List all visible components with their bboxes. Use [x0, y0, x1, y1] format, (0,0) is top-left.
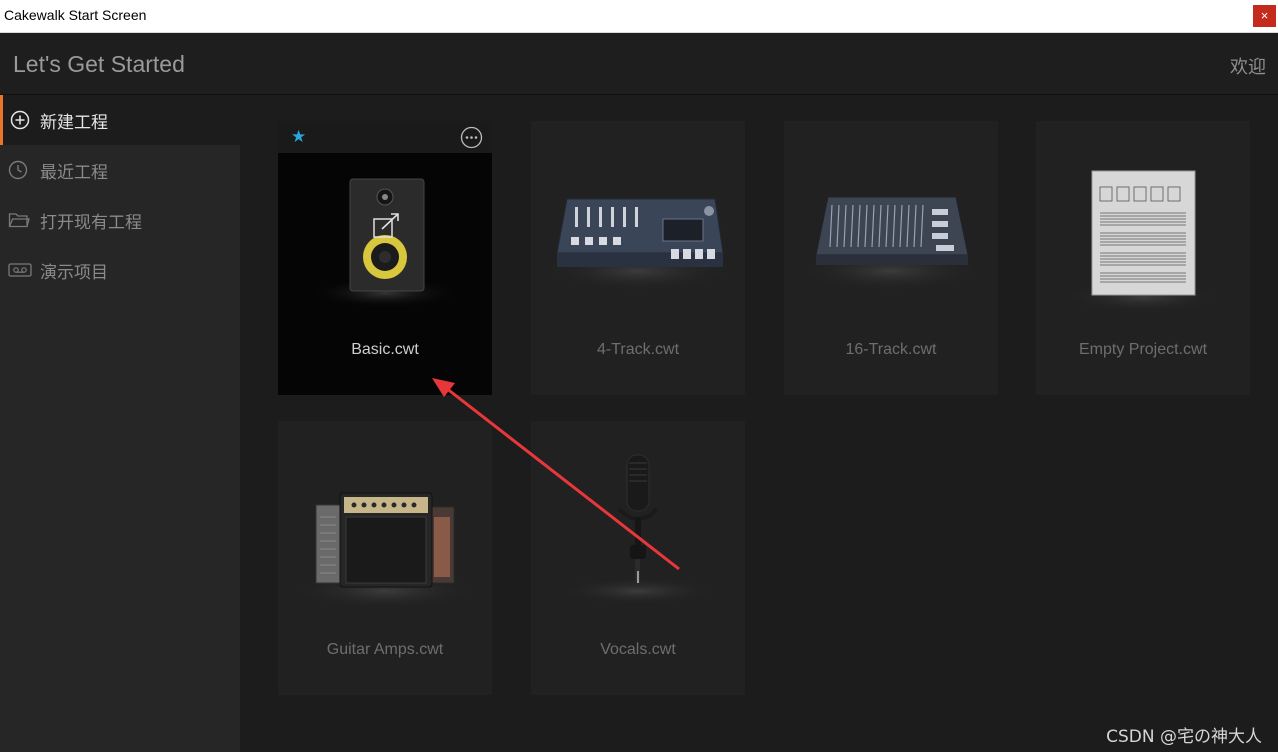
sidebar-item-label: 打开现有工程: [40, 213, 142, 233]
template-label: 4-Track.cwt: [596, 341, 680, 358]
sidebar-item-recent-projects[interactable]: 最近工程: [0, 145, 240, 195]
close-button[interactable]: ×: [1253, 5, 1276, 27]
template-card-4-track[interactable]: 4-Track.cwt: [531, 121, 745, 395]
template-card-empty-project[interactable]: Empty Project.cwt: [1036, 121, 1250, 395]
more-options-icon[interactable]: [460, 126, 483, 149]
card-toolbar: ★: [278, 121, 492, 153]
page-title: Let's Get Started: [13, 51, 185, 77]
template-label: 16-Track.cwt: [845, 341, 937, 358]
sidebar-item-label: 新建工程: [40, 113, 108, 133]
clock-icon: [8, 160, 28, 180]
sheet-music-icon: [1063, 170, 1223, 313]
plus-circle-icon: [10, 110, 30, 130]
microphone-icon: [558, 454, 718, 605]
watermark: CSDN @宅の神大人: [1106, 727, 1262, 747]
sidebar-item-label: 演示项目: [40, 263, 108, 283]
favorite-star-icon[interactable]: ★: [291, 127, 306, 147]
template-label: Vocals.cwt: [600, 641, 676, 658]
sidebar-item-new-project[interactable]: 新建工程: [0, 95, 240, 145]
folder-icon: [8, 213, 30, 228]
template-card-guitar-amps[interactable]: Guitar Amps.cwt: [278, 421, 492, 695]
sidebar-item-open-project[interactable]: 打开现有工程: [0, 195, 240, 245]
template-card-vocals[interactable]: Vocals.cwt: [531, 421, 745, 695]
tape-mixer-icon: [543, 198, 733, 291]
window-title: Cakewalk Start Screen: [4, 7, 147, 23]
sidebar-item-demo-projects[interactable]: 演示项目: [0, 245, 240, 295]
template-card-basic[interactable]: ★ Basic.cwt: [278, 121, 492, 395]
template-label: Basic.cwt: [351, 341, 419, 358]
cassette-icon: [8, 263, 32, 277]
template-label: Empty Project.cwt: [1078, 341, 1208, 358]
template-label: Guitar Amps.cwt: [326, 641, 444, 658]
mixing-console-icon: [796, 196, 986, 291]
guitar-amp-icon: [290, 492, 480, 609]
close-icon: ×: [1260, 8, 1269, 23]
sidebar-item-label: 最近工程: [40, 163, 108, 183]
window-titlebar: Cakewalk Start Screen ×: [0, 0, 1278, 33]
page-header: Let's Get Started 欢迎: [0, 33, 1278, 95]
template-card-16-track[interactable]: 16-Track.cwt: [784, 121, 998, 395]
sidebar: 新建工程 最近工程 打开现有工程 演示项目: [0, 95, 240, 752]
welcome-link[interactable]: 欢迎: [1230, 53, 1266, 79]
